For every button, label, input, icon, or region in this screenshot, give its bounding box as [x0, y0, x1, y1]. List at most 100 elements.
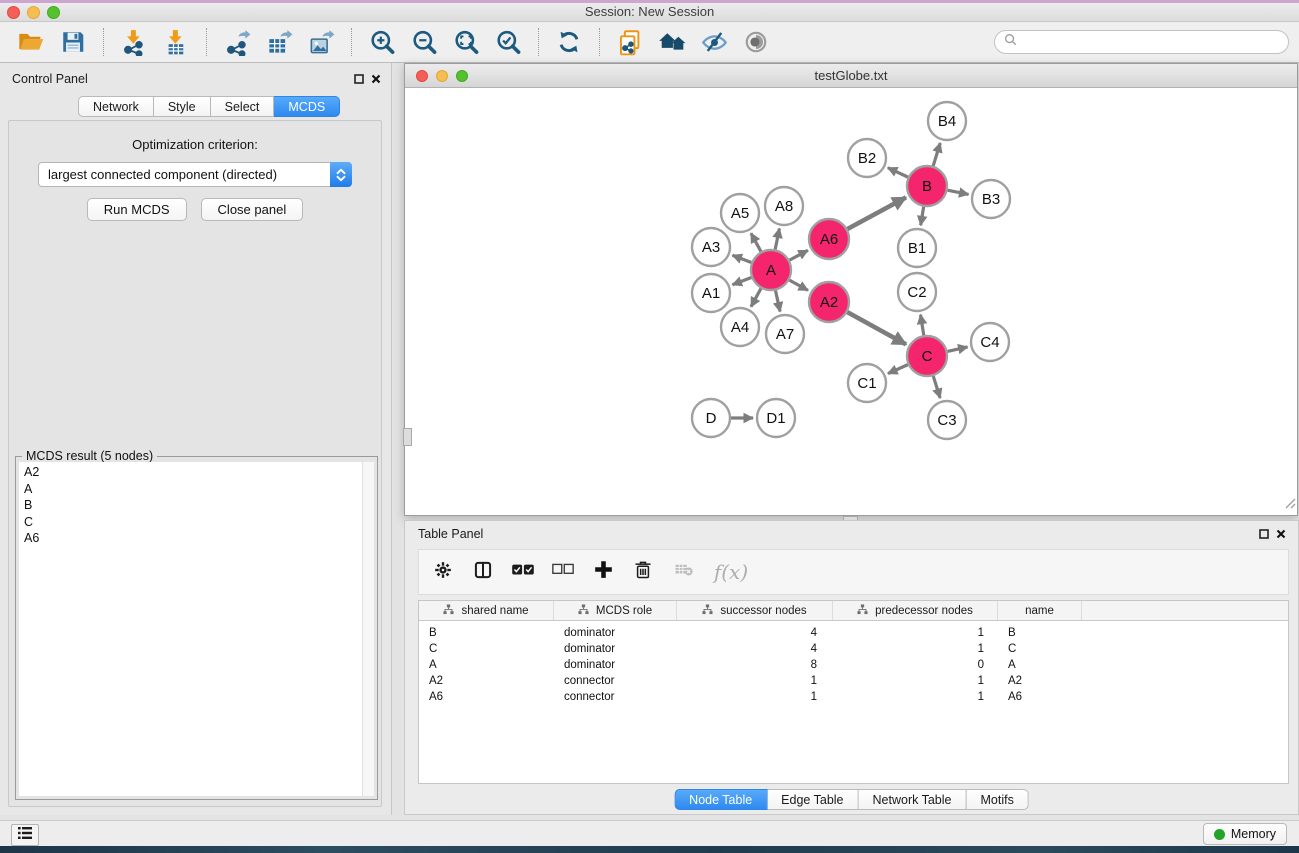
- column-header-mcds-role[interactable]: MCDS role: [554, 601, 677, 620]
- graph-edge-C-C1[interactable]: [888, 365, 908, 374]
- float-panel-icon[interactable]: [353, 73, 365, 85]
- graph-node-C4[interactable]: C4: [971, 323, 1009, 361]
- graph-edge-C-C3[interactable]: [933, 376, 940, 398]
- table-row[interactable]: Cdominator41C: [419, 641, 1288, 657]
- result-item[interactable]: A2: [19, 464, 374, 481]
- network-zoom-button[interactable]: [456, 70, 468, 82]
- task-history-button[interactable]: [11, 824, 39, 846]
- graphics-details-button[interactable]: [735, 25, 777, 59]
- result-item[interactable]: A: [19, 481, 374, 498]
- graph-edge-A-A7[interactable]: [775, 291, 780, 312]
- criterion-dropdown[interactable]: largest connected component (directed): [38, 162, 352, 187]
- table-close-panel-icon[interactable]: [1275, 528, 1287, 540]
- graph-edge-B-B2[interactable]: [888, 168, 908, 177]
- graph-edge-A2-C[interactable]: [847, 312, 906, 344]
- graph-node-A5[interactable]: A5: [721, 194, 759, 232]
- graph-node-B1[interactable]: B1: [898, 229, 936, 267]
- close-window-button[interactable]: [7, 6, 20, 19]
- delete-table-button[interactable]: [669, 557, 697, 587]
- run-mcds-button[interactable]: Run MCDS: [87, 198, 187, 221]
- result-item[interactable]: B: [19, 497, 374, 514]
- table-tab-edge-table[interactable]: Edge Table: [767, 789, 858, 810]
- graph-node-C2[interactable]: C2: [898, 273, 936, 311]
- tab-mcds[interactable]: MCDS: [274, 96, 340, 117]
- network-minimize-button[interactable]: [436, 70, 448, 82]
- graph-node-A1[interactable]: A1: [692, 274, 730, 312]
- graph-edge-A-A5[interactable]: [751, 233, 761, 251]
- graph-edge-A6-B[interactable]: [847, 197, 905, 229]
- hide-selected-button[interactable]: [693, 25, 735, 59]
- graph-node-A8[interactable]: A8: [765, 187, 803, 225]
- graph-node-B4[interactable]: B4: [928, 102, 966, 140]
- show-columns-button[interactable]: [469, 557, 497, 587]
- network-close-button[interactable]: [416, 70, 428, 82]
- delete-column-button[interactable]: [629, 557, 657, 587]
- export-table-button[interactable]: [258, 25, 300, 59]
- close-panel-icon[interactable]: [370, 73, 382, 85]
- graph-node-D1[interactable]: D1: [757, 399, 795, 437]
- table-row[interactable]: Adominator80A: [419, 657, 1288, 673]
- close-panel-button[interactable]: Close panel: [201, 198, 304, 221]
- graph-edge-C-C2[interactable]: [921, 315, 924, 336]
- table-float-panel-icon[interactable]: [1258, 528, 1270, 540]
- window-resize-handle[interactable]: [1285, 496, 1296, 514]
- column-header-shared-name[interactable]: shared name: [419, 601, 554, 620]
- zoom-selected-button[interactable]: [487, 25, 529, 59]
- network-vertical-scrollbar[interactable]: [403, 428, 412, 446]
- table-tab-network-table[interactable]: Network Table: [859, 789, 967, 810]
- result-item[interactable]: C: [19, 514, 374, 531]
- column-header-successor-nodes[interactable]: successor nodes: [677, 601, 833, 620]
- graph-node-D[interactable]: D: [692, 399, 730, 437]
- zoom-out-button[interactable]: [403, 25, 445, 59]
- graph-node-A7[interactable]: A7: [766, 315, 804, 353]
- graph-node-A[interactable]: A: [751, 250, 791, 290]
- graph-edge-A-A4[interactable]: [751, 288, 761, 306]
- graph-edge-A-A1[interactable]: [732, 278, 751, 285]
- zoom-fit-button[interactable]: [445, 25, 487, 59]
- table-row[interactable]: A6connector11A6: [419, 689, 1288, 705]
- graph-node-A6[interactable]: A6: [809, 219, 849, 259]
- column-header-predecessor-nodes[interactable]: predecessor nodes: [833, 601, 998, 620]
- graph-node-A2[interactable]: A2: [809, 282, 849, 322]
- network-window-titlebar[interactable]: testGlobe.txt: [405, 64, 1297, 88]
- graph-node-B[interactable]: B: [907, 166, 947, 206]
- graph-edge-B-B3[interactable]: [948, 190, 969, 194]
- graph-node-C[interactable]: C: [907, 336, 947, 376]
- table-row[interactable]: Bdominator41B: [419, 625, 1288, 641]
- table-tab-node-table[interactable]: Node Table: [674, 789, 767, 810]
- function-builder-button[interactable]: f(x): [709, 557, 753, 587]
- clone-network-button[interactable]: [609, 25, 651, 59]
- open-file-button[interactable]: [10, 25, 52, 59]
- add-column-button[interactable]: [589, 557, 617, 587]
- graph-edge-A-A2[interactable]: [789, 280, 808, 290]
- select-all-button[interactable]: [509, 557, 537, 587]
- graph-edge-B-B1[interactable]: [921, 207, 924, 226]
- export-network-button[interactable]: [216, 25, 258, 59]
- export-image-button[interactable]: [300, 25, 342, 59]
- mcds-result-list[interactable]: A2ABCA6: [19, 462, 374, 796]
- result-item[interactable]: A6: [19, 530, 374, 547]
- graph-node-B3[interactable]: B3: [972, 180, 1010, 218]
- table-tab-motifs[interactable]: Motifs: [966, 789, 1028, 810]
- tab-select[interactable]: Select: [211, 96, 275, 117]
- table-settings-button[interactable]: [429, 557, 457, 587]
- minimize-window-button[interactable]: [27, 6, 40, 19]
- result-scrollbar[interactable]: [362, 462, 374, 796]
- first-neighbors-button[interactable]: [651, 25, 693, 59]
- graph-node-C3[interactable]: C3: [928, 401, 966, 439]
- import-network-button[interactable]: [113, 25, 155, 59]
- graph-node-C1[interactable]: C1: [848, 364, 886, 402]
- memory-button[interactable]: Memory: [1203, 823, 1287, 845]
- refresh-view-button[interactable]: [548, 25, 590, 59]
- zoom-in-button[interactable]: [361, 25, 403, 59]
- zoom-window-button[interactable]: [47, 6, 60, 19]
- search-box[interactable]: [994, 30, 1289, 54]
- deselect-all-button[interactable]: [549, 557, 577, 587]
- graph-node-B2[interactable]: B2: [848, 139, 886, 177]
- table-row[interactable]: A2connector11A2: [419, 673, 1288, 689]
- import-table-button[interactable]: [155, 25, 197, 59]
- save-session-button[interactable]: [52, 25, 94, 59]
- tab-style[interactable]: Style: [154, 96, 211, 117]
- graph-edge-B-B4[interactable]: [933, 143, 940, 166]
- column-header-name[interactable]: name: [998, 601, 1082, 620]
